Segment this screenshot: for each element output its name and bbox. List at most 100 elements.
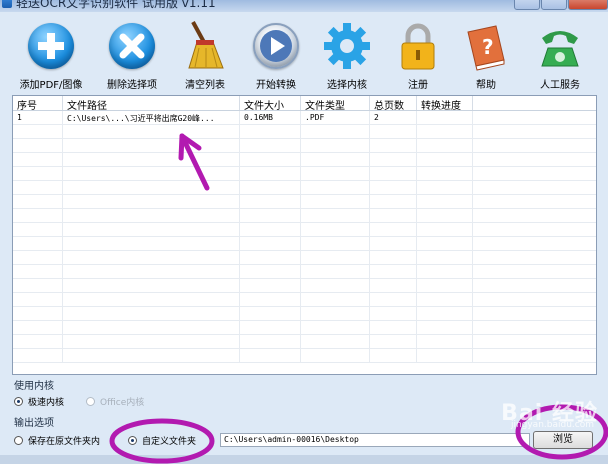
empty-cell [13, 223, 63, 236]
empty-cell [240, 279, 301, 292]
help-book-icon: ? [460, 20, 512, 72]
empty-cell [301, 181, 370, 194]
empty-cell [301, 139, 370, 152]
empty-cell [301, 251, 370, 264]
empty-cell [301, 335, 370, 348]
empty-cell [240, 349, 301, 362]
empty-cell [473, 307, 596, 320]
manual-service-label: 人工服务 [540, 80, 580, 91]
office-kernel-radio[interactable]: Office内核 [86, 395, 144, 408]
empty-cell [370, 139, 417, 152]
empty-cell [301, 195, 370, 208]
empty-cell [63, 349, 240, 362]
file-table[interactable]: 序号 文件路径 文件大小 文件类型 总页数 转换进度 1 C:\Users\..… [12, 95, 597, 375]
radio-unselected-icon [86, 397, 95, 406]
empty-cell [13, 321, 63, 334]
empty-cell [63, 139, 240, 152]
empty-cell [240, 167, 301, 180]
empty-cell [240, 209, 301, 222]
empty-cell [301, 349, 370, 362]
empty-cell [370, 195, 417, 208]
delete-x-icon [106, 20, 158, 72]
toolbar: 添加PDF/图像 删除选择项 清空列表 开始转换 选择内核 注册 ? 帮助 人工… [0, 12, 608, 91]
header-progress[interactable]: 转换进度 [417, 96, 473, 110]
select-kernel-button[interactable]: 选择内核 [309, 20, 385, 96]
save-in-original-folder-label: 保存在原文件夹内 [28, 437, 101, 447]
header-index[interactable]: 序号 [13, 96, 63, 110]
empty-cell [417, 251, 473, 264]
plus-icon [25, 20, 77, 72]
add-pdf-image-label: 添加PDF/图像 [19, 80, 83, 91]
close-button[interactable] [568, 0, 608, 10]
manual-service-button[interactable]: 人工服务 [522, 20, 598, 96]
status-bar [0, 455, 608, 464]
cell-blank [473, 111, 596, 124]
custom-folder-radio[interactable]: 自定义文件夹 [128, 434, 196, 447]
empty-cell [473, 223, 596, 236]
empty-cell [63, 209, 240, 222]
empty-cell [473, 195, 596, 208]
empty-cell [240, 293, 301, 306]
empty-cell [13, 307, 63, 320]
minimize-button[interactable] [514, 0, 540, 10]
browse-button[interactable]: 浏览 [533, 431, 593, 449]
title-bar: 轻送OCR文字识别软件 试用版 v1.11 [0, 0, 608, 12]
header-file-size[interactable]: 文件大小 [240, 96, 301, 110]
empty-cell [473, 139, 596, 152]
empty-cell [370, 167, 417, 180]
empty-cell [473, 265, 596, 278]
custom-folder-label: 自定义文件夹 [142, 437, 197, 447]
delete-selected-button[interactable]: 删除选择项 [94, 20, 170, 96]
add-pdf-image-button[interactable]: 添加PDF/图像 [13, 20, 89, 96]
empty-cell [473, 335, 596, 348]
register-button[interactable]: 注册 [380, 20, 456, 96]
empty-cell [417, 195, 473, 208]
empty-cell [473, 321, 596, 334]
empty-cell [63, 251, 240, 264]
empty-cell [301, 153, 370, 166]
empty-cell [63, 335, 240, 348]
empty-cell [240, 153, 301, 166]
empty-table-row [13, 251, 596, 265]
clear-list-button[interactable]: 清空列表 [167, 20, 243, 96]
output-path-field[interactable]: C:\Users\admin-00016\Desktop [220, 433, 530, 447]
header-total-pages[interactable]: 总页数 [370, 96, 417, 110]
empty-cell [13, 209, 63, 222]
start-convert-label: 开始转换 [256, 80, 296, 91]
maximize-button[interactable] [541, 0, 567, 10]
table-row[interactable]: 1 C:\Users\...\习近平将出席G20峰... 0.16MB .PDF… [13, 111, 596, 125]
empty-cell [473, 125, 596, 138]
empty-cell [301, 265, 370, 278]
empty-cell [417, 181, 473, 194]
empty-cell [417, 153, 473, 166]
empty-cell [417, 349, 473, 362]
empty-cell [240, 251, 301, 264]
app-icon [2, 0, 12, 8]
empty-cell [240, 139, 301, 152]
empty-cell [63, 293, 240, 306]
empty-table-row [13, 153, 596, 167]
header-file-type[interactable]: 文件类型 [301, 96, 370, 110]
output-section-label: 输出选项 [14, 418, 54, 429]
fast-kernel-radio[interactable]: 极速内核 [14, 395, 64, 408]
empty-cell [63, 195, 240, 208]
cell-total-pages: 2 [370, 111, 417, 124]
empty-cell [240, 335, 301, 348]
help-button[interactable]: ? 帮助 [448, 20, 524, 96]
empty-cell [417, 167, 473, 180]
window-controls [513, 0, 608, 10]
empty-cell [417, 237, 473, 250]
empty-cell [13, 195, 63, 208]
radio-selected-icon [128, 436, 137, 445]
save-in-original-folder-radio[interactable]: 保存在原文件夹内 [14, 434, 100, 447]
empty-cell [417, 307, 473, 320]
empty-cell [473, 181, 596, 194]
start-convert-button[interactable]: 开始转换 [238, 20, 314, 96]
header-file-path[interactable]: 文件路径 [63, 96, 240, 110]
empty-cell [417, 223, 473, 236]
empty-table-row [13, 265, 596, 279]
empty-cell [473, 279, 596, 292]
fast-kernel-label: 极速内核 [28, 398, 65, 408]
empty-cell [240, 181, 301, 194]
empty-cell [473, 153, 596, 166]
